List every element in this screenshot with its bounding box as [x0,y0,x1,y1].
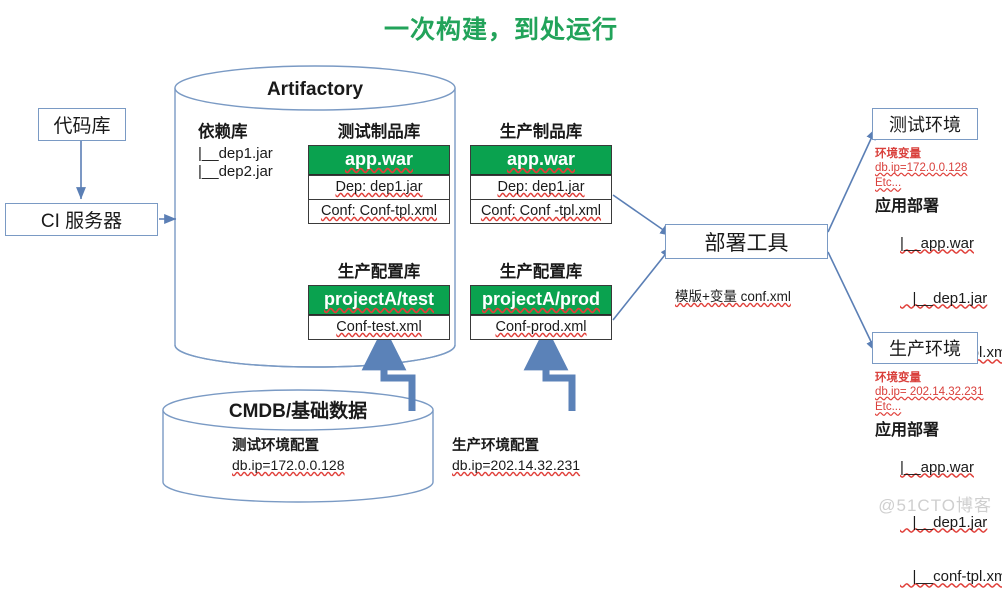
test-env-box[interactable]: 测试环境 [872,108,978,140]
test-artifact-card-row-2: Conf: Conf-tpl.xml [309,199,449,223]
test-artifact-conf-text: Conf: Conf-tpl.xml [320,203,438,219]
arrow-prodconfig-to-deploy [612,245,673,321]
test-env-db-ip-text: db.ip=172.0.0.128 [875,162,968,174]
test-env-etc-text: Etc... [875,177,902,190]
prod-env-db-ip: db.ip= 202.14.32.231 [875,385,1002,400]
test-artifact-card[interactable]: app.war Dep: dep1.jar Conf: Conf-tpl.xml [308,145,450,224]
test-env-tree-1: |__app.war [875,216,1000,271]
prod-artifact-dep-text: Dep: dep1.jar [497,179,585,195]
prod-env-tree-2-text: |__dep1.jar [900,513,988,531]
arrow-prodrepo-to-deploy [612,194,673,237]
test-env-deploy-label: 应用部署 [875,198,940,216]
test-env-tree-2: |__dep1.jar [875,271,1000,326]
artifactory-title: Artifactory [266,79,364,100]
prod-config-card-header: projectA/prod [471,286,611,315]
prod-env-tree-1: |__app.war [875,440,1002,495]
watermark: @51CTO博客 [878,496,992,515]
arrow-cmdb-to-prod-config [523,325,576,411]
test-config-repo-group: 生产配置库 projectA/test Conf-test.xml [308,258,450,340]
cmdb-test-entry-label: 测试环境配置 [232,438,319,454]
cmdb-title: CMDB/基础数据 [228,401,368,422]
prod-env-var-label: 环境变量 [875,372,921,384]
diagram-canvas: 一次构建，到处运行 代码库 CI 服务器 Artifactory 依赖库 |__… [0,0,1002,585]
test-config-card-header: projectA/test [309,286,449,315]
test-artifact-repo-label: 测试制品库 [337,123,421,141]
test-artifact-dep-text: Dep: dep1.jar [335,179,423,195]
prod-artifact-card-header-text: app.war [506,149,576,169]
test-env-var-label: 环境变量 [875,148,921,160]
ci-server-box[interactable]: CI 服务器 [5,203,158,236]
prod-env-etc: Etc... [875,400,1002,415]
prod-artifact-repo-group: 生产制品库 app.war Dep: dep1.jar Conf: Conf -… [470,118,612,224]
test-artifact-repo-group: 测试制品库 app.war Dep: dep1.jar Conf: Conf-t… [308,118,450,224]
prod-artifact-card[interactable]: app.war Dep: dep1.jar Conf: Conf -tpl.xm… [470,145,612,224]
prod-env-tree-3-text: |__conf-tpl.xml [900,568,1002,586]
cmdb-prod-entry-value-text: db.ip=202.14.32.231 [452,457,581,473]
test-config-file-text: Conf-test.xml [336,319,422,335]
test-env-label: 测试环境 [889,115,961,135]
cmdb-prod-entry: 生产环境配置 db.ip=202.14.32.231 [452,434,622,473]
dependency-repo-label: 依赖库 [198,123,248,141]
test-env-etc: Etc... [875,176,1000,191]
code-repo-box[interactable]: 代码库 [38,108,126,141]
prod-env-box[interactable]: 生产环境 [872,332,978,364]
test-env-tree-1-text: |__app.war [900,234,974,252]
prod-artifact-card-row-1: Dep: dep1.jar [471,175,611,199]
deploy-tool-caption-text: 模版+变量 conf.xml [675,289,791,304]
test-artifact-card-header-text: app.war [344,149,414,169]
prod-env-db-ip-text: db.ip= 202.14.32.231 [875,386,984,398]
cmdb-prod-entry-label: 生产环境配置 [452,438,539,454]
dependency-item-1: |__dep1.jar [198,145,273,162]
test-config-repo-label: 生产配置库 [337,263,421,281]
arrow-deploy-to-test-env [827,127,877,233]
test-env-tree-2-text: |__dep1.jar [900,289,988,307]
deploy-tool-label: 部署工具 [704,231,789,255]
test-config-card-header-text: projectA/test [323,289,435,309]
dependency-item-2: |__dep2.jar [198,163,273,181]
test-config-card[interactable]: projectA/test Conf-test.xml [308,285,450,340]
prod-config-card[interactable]: projectA/prod Conf-prod.xml [470,285,612,340]
prod-env-tree-3: |__conf-tpl.xml [875,550,1002,605]
deploy-tool-box[interactable]: 部署工具 [665,224,828,259]
prod-config-card-row-1: Conf-prod.xml [471,315,611,339]
page-title: 一次构建，到处运行 [383,16,618,44]
test-artifact-card-header: app.war [309,146,449,175]
prod-env-details: 环境变量 db.ip= 202.14.32.231 Etc... 应用部署 |_… [875,369,1002,605]
cmdb-test-entry: 测试环境配置 db.ip=172.0.0.128 [232,434,392,473]
prod-config-repo-label: 生产配置库 [499,263,583,281]
prod-artifact-card-header: app.war [471,146,611,175]
prod-artifact-repo-label: 生产制品库 [499,123,583,141]
prod-config-file-text: Conf-prod.xml [495,319,587,335]
prod-config-repo-group: 生产配置库 projectA/prod Conf-prod.xml [470,258,612,340]
test-artifact-card-row-1: Dep: dep1.jar [309,175,449,199]
ci-server-label: CI 服务器 [40,211,123,232]
prod-artifact-card-row-2: Conf: Conf -tpl.xml [471,199,611,223]
test-env-db-ip: db.ip=172.0.0.128 [875,161,1000,176]
prod-config-card-header-text: projectA/prod [481,289,600,309]
cmdb-test-entry-value-text: db.ip=172.0.0.128 [232,457,345,473]
code-repo-label: 代码库 [53,116,111,137]
prod-env-etc-text: Etc... [875,401,902,414]
test-config-card-row-1: Conf-test.xml [309,315,449,339]
prod-env-deploy-label: 应用部署 [875,422,940,440]
dependency-repo-group: 依赖库 |__dep1.jar |__dep2.jar [198,118,303,182]
cmdb-prod-entry-value: db.ip=202.14.32.231 [452,457,622,473]
prod-artifact-conf-text: Conf: Conf -tpl.xml [480,203,602,219]
prod-env-label: 生产环境 [889,339,961,359]
prod-env-tree-1-text: |__app.war [900,458,974,476]
deploy-tool-caption: 模版+变量 conf.xml [675,285,855,305]
cmdb-test-entry-value: db.ip=172.0.0.128 [232,457,392,473]
